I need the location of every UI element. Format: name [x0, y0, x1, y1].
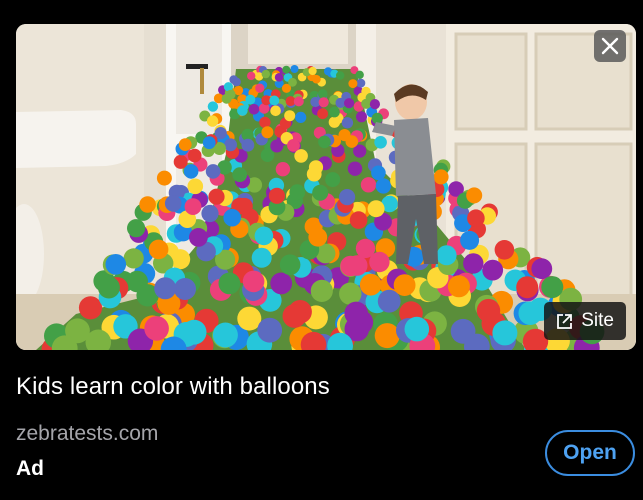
close-icon	[601, 37, 619, 55]
ad-domain: zebratests.com	[16, 422, 159, 445]
ad-image-illustration	[16, 24, 636, 350]
ad-label: Ad	[16, 457, 44, 480]
site-button-label: Site	[581, 310, 614, 331]
site-button[interactable]: Site	[544, 302, 626, 340]
ad-card: Site Kids learn color with balloons zebr…	[0, 0, 643, 500]
external-link-icon	[557, 313, 573, 329]
close-button[interactable]	[594, 30, 626, 62]
open-button[interactable]: Open	[545, 430, 635, 476]
ad-title[interactable]: Kids learn color with balloons	[16, 373, 330, 401]
ad-image[interactable]: Site	[16, 24, 636, 350]
